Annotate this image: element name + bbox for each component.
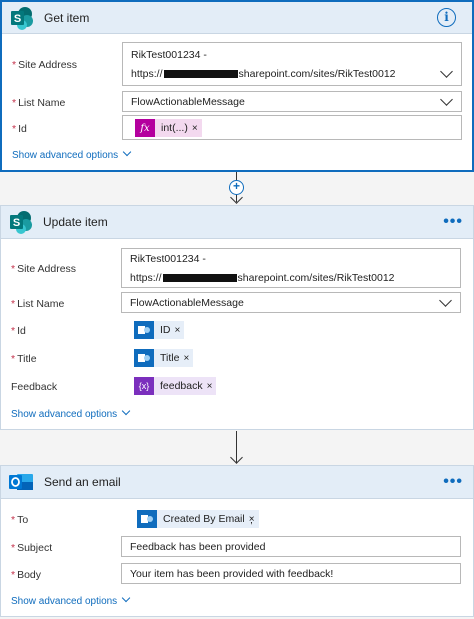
to-label: * To	[11, 514, 29, 526]
token-label: ID	[160, 324, 171, 336]
created-by-email-token[interactable]: Created By Email ×	[137, 510, 259, 528]
update-item-card: S Update item ••• * Site Address RikTest0…	[0, 205, 474, 430]
chevron-down-icon[interactable]	[439, 294, 452, 307]
list-name-value: FlowActionableMessage	[130, 297, 244, 309]
remove-token-icon[interactable]: ×	[175, 325, 185, 336]
show-advanced-options-link[interactable]: Show advanced options	[11, 593, 131, 607]
subject-label: * Subject	[11, 542, 53, 554]
token-label: int(...)	[161, 122, 188, 134]
list-name-label: * List Name	[12, 97, 66, 109]
remove-token-icon[interactable]: ×	[207, 381, 217, 392]
subject-input[interactable]: Feedback has been provided	[121, 536, 461, 557]
remove-token-icon[interactable]: ×	[183, 353, 193, 364]
redaction-bar	[163, 70, 238, 79]
svg-text:S: S	[13, 217, 20, 229]
show-advanced-options-link[interactable]: Show advanced options	[11, 406, 131, 420]
site-address-label: * Site Address	[12, 59, 78, 71]
more-options-icon[interactable]: •••	[443, 213, 463, 231]
list-name-dropdown[interactable]: FlowActionableMessage	[121, 292, 461, 313]
to-input[interactable]: Created By Email × ;	[121, 506, 461, 531]
token-label: Created By Email	[163, 513, 245, 525]
sharepoint-token-icon	[137, 510, 157, 528]
id-label: * Id	[11, 325, 26, 337]
get-item-header[interactable]: S Get item i	[2, 2, 472, 34]
arrow-down-icon	[230, 451, 243, 464]
expression-token[interactable]: fx int(...) ×	[135, 119, 202, 137]
chevron-down-icon	[121, 406, 131, 416]
chevron-down-icon[interactable]	[440, 93, 453, 106]
id-token[interactable]: ID ×	[134, 321, 185, 339]
send-email-header[interactable]: Send an email •••	[1, 466, 473, 499]
sharepoint-icon: S	[10, 6, 34, 30]
list-name-label: * List Name	[11, 298, 65, 310]
feedback-label: Feedback	[11, 381, 58, 393]
title-input[interactable]: Title ×	[121, 345, 461, 370]
id-input[interactable]: fx int(...) ×	[122, 115, 462, 140]
sharepoint-token-icon	[134, 321, 154, 339]
site-address-line2: https://sharepoint.com/sites/RikTest0012	[131, 68, 396, 80]
site-address-line1: RikTest001234 -	[130, 253, 206, 265]
recipient-separator: ;	[250, 514, 253, 526]
site-address-dropdown[interactable]: RikTest001234 - https://sharepoint.com/s…	[121, 248, 461, 288]
chevron-down-icon	[122, 147, 132, 157]
title-label: * Title	[11, 353, 37, 365]
redaction-bar	[162, 274, 237, 283]
svg-text:S: S	[14, 13, 21, 25]
body-label: * Body	[11, 569, 42, 581]
update-item-header[interactable]: S Update item •••	[1, 206, 473, 239]
title-token[interactable]: Title ×	[134, 349, 194, 367]
send-email-title: Send an email	[44, 475, 121, 489]
id-input[interactable]: ID ×	[121, 317, 461, 342]
get-item-title: Get item	[44, 10, 90, 25]
outlook-icon	[8, 470, 34, 494]
sharepoint-token-icon	[134, 349, 154, 367]
feedback-token[interactable]: {x} feedback ×	[134, 377, 217, 395]
site-address-dropdown[interactable]: RikTest001234 - https://sharepoint.com/s…	[122, 42, 462, 86]
token-label: feedback	[160, 380, 203, 392]
list-name-value: FlowActionableMessage	[131, 96, 245, 108]
site-address-line1: RikTest001234 -	[131, 49, 207, 61]
remove-token-icon[interactable]: ×	[192, 123, 202, 134]
variable-icon: {x}	[134, 377, 154, 395]
token-label: Title	[160, 352, 180, 364]
sharepoint-icon: S	[9, 210, 33, 234]
get-item-card: S Get item i * Site Address RikTest001234…	[0, 0, 474, 172]
send-email-card: Send an email ••• * To Created By Email ×…	[0, 465, 474, 617]
fx-icon: fx	[135, 119, 155, 137]
body-value: Your item has been provided with feedbac…	[130, 568, 334, 580]
more-options-icon[interactable]: •••	[443, 473, 463, 491]
feedback-input[interactable]: {x} feedback ×	[121, 373, 461, 398]
show-advanced-options-link[interactable]: Show advanced options	[12, 147, 132, 161]
site-address-line2: https://sharepoint.com/sites/RikTest0012	[130, 272, 395, 284]
chevron-down-icon	[121, 593, 131, 603]
body-input[interactable]: Your item has been provided with feedbac…	[121, 563, 461, 584]
site-address-label: * Site Address	[11, 263, 77, 275]
id-label: * Id	[12, 123, 27, 135]
subject-value: Feedback has been provided	[130, 541, 266, 553]
chevron-down-icon[interactable]	[440, 65, 453, 78]
list-name-dropdown[interactable]: FlowActionableMessage	[122, 91, 462, 112]
update-item-title: Update item	[43, 215, 108, 229]
info-icon[interactable]: i	[437, 8, 456, 27]
